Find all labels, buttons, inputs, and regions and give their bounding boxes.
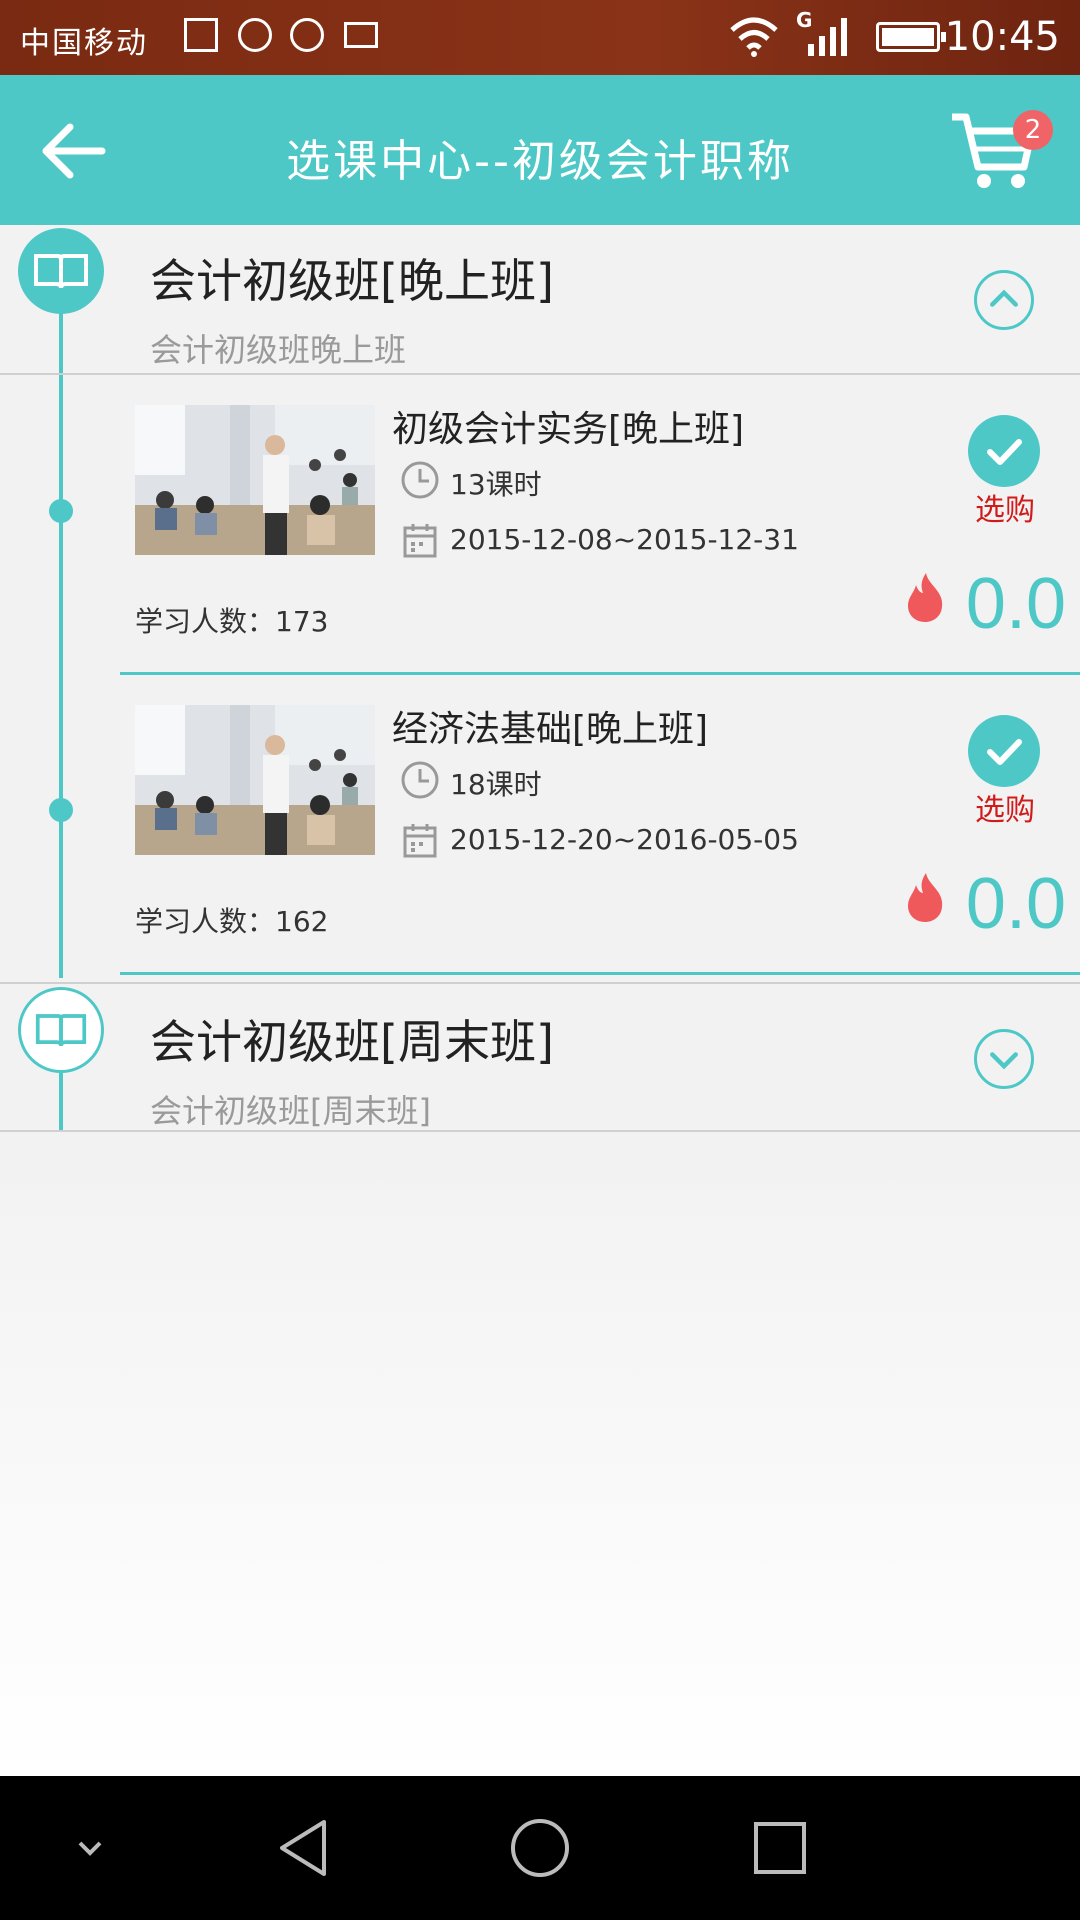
course-dates-2: 2015-12-20~2016-05-05: [450, 823, 799, 856]
group-subtitle-2: 会计初级班[周末班]: [150, 1092, 431, 1130]
status-bar: 中国移动 G 10:45: [0, 0, 1080, 75]
cart-count-badge: 2: [1013, 110, 1053, 150]
clock-time: 10:45: [944, 14, 1060, 60]
check-icon[interactable]: [968, 415, 1040, 487]
system-nav-bar: [0, 1776, 1080, 1920]
hide-keyboard-icon[interactable]: [72, 1830, 108, 1866]
group-header-weekend[interactable]: 会计初级班[周末班] 会计初级班[周末班]: [0, 982, 1080, 1132]
keyboard-icon: [344, 22, 378, 48]
calendar-icon: [403, 524, 437, 558]
wifi-icon: [730, 17, 778, 57]
learners-label: 学习人数：: [135, 605, 276, 638]
battery-icon: [876, 22, 946, 52]
course-dates: 2015-12-08~2015-12-31: [450, 523, 799, 556]
course-price-2: 0.0: [965, 864, 1066, 944]
data-sync-icon: [238, 18, 272, 52]
data-sync-icon-2: [290, 18, 324, 52]
course-thumbnail-2: [135, 705, 375, 855]
chevron-down-icon[interactable]: [974, 1029, 1034, 1089]
course-card-2[interactable]: 经济法基础[晚上班] 18课时 2015-12-20~2016-05-05 选购…: [120, 675, 1080, 975]
course-card[interactable]: 初级会计实务[晚上班] 13课时 2015-12-08~2015-12-31 选…: [120, 375, 1080, 675]
check-icon-2[interactable]: [968, 715, 1040, 787]
nav-recents-icon[interactable]: [752, 1820, 808, 1876]
signal-icon: [808, 18, 847, 56]
title-bar: 选课中心--初级会计职称 2: [0, 75, 1080, 225]
book-icon: [18, 228, 104, 314]
group-title: 会计初级班[晚上班]: [150, 254, 554, 308]
timeline-dot-2: [49, 798, 73, 822]
fire-icon-2: [908, 873, 943, 922]
course-title-2: 经济法基础[晚上班]: [392, 709, 709, 750]
timeline-line: [59, 272, 63, 978]
nav-home-icon[interactable]: [508, 1816, 572, 1880]
learners-value: 173: [275, 605, 329, 638]
group-header-evening[interactable]: 会计初级班[晚上班] 会计初级班晚上班: [0, 225, 1080, 375]
course-thumbnail: [135, 405, 375, 555]
group-title-2: 会计初级班[周末班]: [150, 1015, 554, 1069]
image-notification-icon: [184, 18, 218, 52]
page-title: 选课中心--初级会计职称: [286, 136, 794, 187]
buy-button-2[interactable]: 选购: [965, 785, 1045, 829]
book-icon-2: [18, 987, 104, 1073]
course-price: 0.0: [965, 564, 1066, 644]
learners-count: 学习人数：173: [135, 600, 328, 640]
course-title: 初级会计实务[晚上班]: [392, 409, 745, 450]
calendar-icon-2: [403, 824, 437, 858]
buy-button[interactable]: 选购: [965, 485, 1045, 529]
course-hours-2: 18课时: [450, 768, 542, 801]
nav-back-icon[interactable]: [274, 1816, 330, 1880]
clock-icon-2: [401, 761, 439, 799]
learners-label-2: 学习人数：: [135, 905, 276, 938]
chevron-up-icon[interactable]: [974, 270, 1034, 330]
timeline-dot: [49, 499, 73, 523]
carrier-name: 中国移动: [20, 26, 148, 61]
group-subtitle: 会计初级班晚上班: [150, 331, 407, 369]
course-hours: 13课时: [450, 468, 542, 501]
learners-count-2: 学习人数：162: [135, 900, 328, 940]
fire-icon: [908, 573, 943, 622]
clock-icon: [401, 461, 439, 499]
learners-value-2: 162: [275, 905, 329, 938]
